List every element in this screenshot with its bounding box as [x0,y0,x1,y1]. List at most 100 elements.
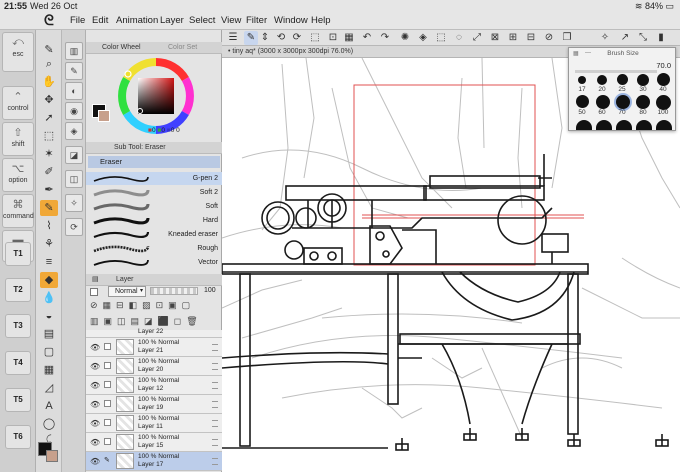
balloon-icon[interactable]: ◯ [40,416,58,432]
eye-icon[interactable]: 👁 [90,419,100,428]
drag-handle-icon[interactable] [212,458,218,465]
eye-icon[interactable]: 👁 [90,400,100,409]
flip-icon[interactable]: ⊡ [326,31,340,45]
t2-button[interactable]: T2 [5,278,31,302]
brush-size-icon[interactable]: ◐ [65,82,83,100]
blend-icon[interactable]: 💧 [40,290,58,306]
history-icon[interactable]: ◪ [65,146,83,164]
drag-handle-icon[interactable] [212,363,218,370]
menu-animation[interactable]: Animation [116,15,158,26]
brush-soft[interactable]: Soft [86,200,222,213]
layer-row[interactable]: 👁 100 % Normal Layer 11 [86,414,222,433]
control-button[interactable]: ⌃ control [2,86,34,120]
undo-icon[interactable]: ↶ [360,31,374,45]
size-dot[interactable] [636,120,652,130]
gradient-icon[interactable]: ▤ [40,326,58,342]
eye-icon[interactable]: 👁 [90,362,100,371]
subtool-panel-icon[interactable]: ▥ [65,42,83,60]
eye-icon[interactable]: 👁 [90,381,100,390]
transform-icon[interactable]: ⤢ [470,31,484,45]
size-dot[interactable] [616,120,632,130]
drag-handle-icon[interactable] [212,401,218,408]
tab-color-wheel[interactable]: Color Wheel [102,42,141,54]
color-icon[interactable]: ◉ [65,102,83,120]
menu-edit[interactable]: Edit [92,15,108,26]
copy-icon[interactable]: ❐ [560,31,574,45]
layer-panel-icon[interactable]: ◈ [65,122,83,140]
subtool-group-eraser[interactable]: Eraser [88,156,220,168]
menu-select[interactable]: Select [189,15,215,26]
grid-icon[interactable]: ▦ [342,31,356,45]
fill-bucket-icon[interactable]: ◈ [416,31,430,45]
sub-color-swatch[interactable] [46,450,58,462]
material-icon[interactable]: ✧ [65,194,83,212]
size-dot-selected[interactable] [616,95,630,109]
gradient-fill-icon[interactable]: ▮ [654,31,668,45]
redo-icon[interactable]: ↷ [378,31,392,45]
option-button[interactable]: ⌥ option [2,158,34,192]
layer-row[interactable]: 👁 100 % Normal Layer 12 [86,376,222,395]
t4-button[interactable]: T4 [5,351,31,375]
layer-row[interactable]: 👁 100 % Normal Layer 19 [86,395,222,414]
size-dot[interactable] [636,95,650,109]
navigator-icon[interactable]: ◫ [65,170,83,188]
tool-property-icon[interactable]: ✎ [65,62,83,80]
menu-layer[interactable]: Layer [160,15,184,26]
drag-handle-icon[interactable] [212,420,218,427]
expand-icon[interactable]: ⤡ [636,31,650,45]
eye-icon[interactable]: 👁 [90,438,100,447]
size-dot[interactable] [596,95,610,109]
brush-g-pen-2[interactable]: G-pen 2 [86,172,222,185]
size-dot[interactable] [578,76,586,84]
text-icon[interactable]: A [40,398,58,414]
document-tab[interactable]: • tiny aq* (3000 x 3000px 300dpi 76.0%) [228,48,353,55]
app-logo-icon[interactable]: ᘓ [44,12,62,28]
rotate-right-icon[interactable]: ⟳ [290,31,304,45]
airbrush-icon[interactable]: ⚘ [40,236,58,252]
ruler-icon[interactable]: ◿ [40,380,58,396]
arrow-out-icon[interactable]: ↗ [618,31,632,45]
t6-button[interactable]: T6 [5,425,31,449]
drag-handle-icon[interactable] [212,382,218,389]
lasso-icon[interactable]: ◌ [452,31,466,45]
layer-row[interactable]: Layer 22 [86,328,222,338]
auto-select-icon[interactable]: ✶ [40,146,58,162]
object-icon[interactable]: ➚ [40,110,58,126]
pen-tool-icon[interactable]: ✎ [244,31,258,45]
move-icon[interactable]: ✥ [40,92,58,108]
t5-button[interactable]: T5 [5,388,31,412]
brush-soft-2[interactable]: Soft 2 [86,186,222,199]
menu-file[interactable]: File [70,15,85,26]
fit-icon[interactable]: ⬚ [308,31,322,45]
zoom-icon[interactable]: ⌕ [40,56,58,72]
invert-icon[interactable]: ⊘ [542,31,556,45]
size-dot[interactable] [656,120,672,130]
command-button[interactable]: ⌘ command [2,194,34,228]
layer-checkbox[interactable] [90,288,98,296]
t3-button[interactable]: T3 [5,314,31,338]
secondary-color-swatch[interactable] [98,110,110,122]
rect-select-icon[interactable]: ⬚ [40,128,58,144]
layer-row[interactable]: 👁 100 % Normal Layer 21 [86,338,222,357]
fill-icon[interactable]: ◒ [40,308,58,324]
figure-icon[interactable]: ▢ [40,344,58,360]
menu-filter[interactable]: Filter [246,15,267,26]
brush-size-value[interactable]: 70.0 [656,61,671,70]
opacity-slider[interactable] [150,287,198,295]
size-dot[interactable] [576,120,592,130]
decoration-icon[interactable]: ≡ [40,254,58,270]
size-dot[interactable] [657,73,670,86]
eraser-icon[interactable]: ◆ [40,272,58,288]
blend-mode-select[interactable]: Normal ▾ [108,286,146,297]
menu-window[interactable]: Window [274,15,308,26]
brush-kneaded-eraser[interactable]: Kneaded eraser [86,228,222,241]
layer-row[interactable]: 👁 100 % Normal Layer 15 [86,433,222,452]
arrows-icon[interactable]: ⇕ [258,31,272,45]
loading-icon[interactable]: ✺ [398,31,412,45]
deselect-icon[interactable]: ⊟ [524,31,538,45]
size-dot[interactable] [597,75,607,85]
layer-row[interactable]: 👁 100 % Normal Layer 20 [86,357,222,376]
menu-help[interactable]: Help [311,15,331,26]
eye-icon[interactable]: 👁 [90,343,100,352]
tab-color-set[interactable]: Color Set [168,42,197,54]
